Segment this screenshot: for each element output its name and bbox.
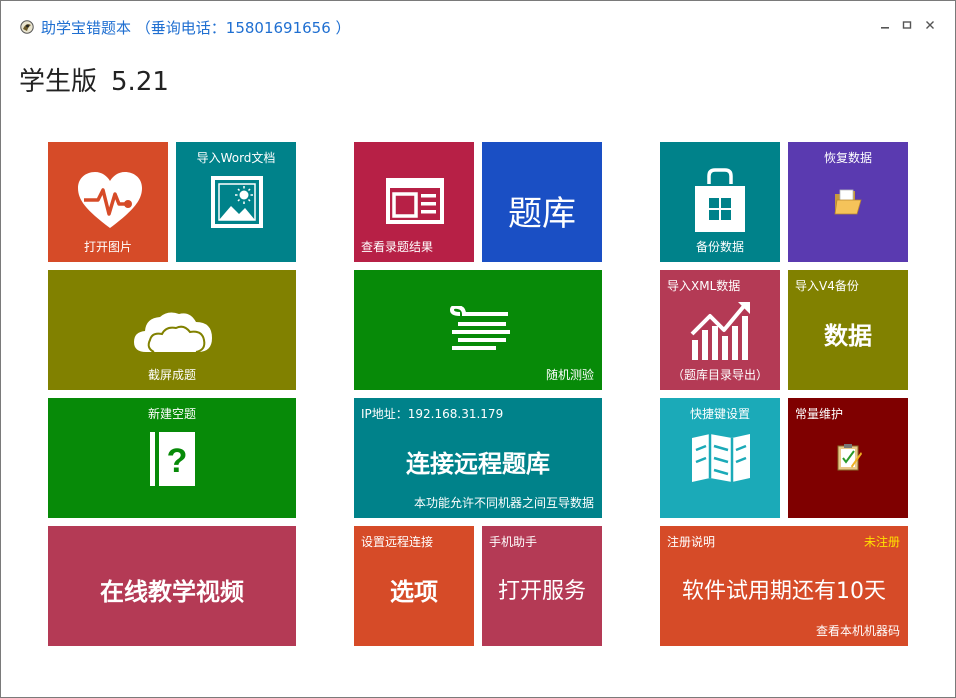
tile-remote-bank-ip: IP地址：192.168.31.179 bbox=[361, 407, 504, 421]
tile-import-xml-label: 导入XML数据 bbox=[667, 279, 741, 293]
title-bar: 助学宝错题本 （垂询电话：15801691656 ） bbox=[1, 1, 955, 51]
tile-phone-helper[interactable]: 手机助手 打开服务 bbox=[482, 526, 602, 646]
tile-import-v4-text: 数据 bbox=[824, 322, 872, 350]
tile-options-label: 设置远程连接 bbox=[361, 535, 434, 549]
edition-name: 学生版 bbox=[19, 67, 98, 97]
tile-restore[interactable]: 恢复数据 bbox=[788, 142, 908, 262]
tile-phone-helper-text: 打开服务 bbox=[497, 579, 586, 604]
tile-options-text: 选项 bbox=[390, 578, 438, 606]
maximize-button[interactable] bbox=[897, 15, 917, 35]
tile-import-v4[interactable]: 导入V4备份 数据 bbox=[788, 270, 908, 390]
tile-remote-bank-text: 连接远程题库 bbox=[406, 450, 550, 478]
picture-icon bbox=[211, 176, 263, 228]
tile-hotkeys[interactable]: 快捷键设置 bbox=[660, 398, 780, 518]
tile-hotkeys-label: 快捷键设置 bbox=[689, 407, 750, 421]
tile-view-results[interactable]: 查看录题结果 bbox=[354, 142, 474, 262]
app-logo-icon bbox=[20, 19, 34, 34]
tile-import-xml-sublabel: （题库目录导出） bbox=[671, 368, 768, 382]
chart-up-icon bbox=[690, 302, 750, 360]
tile-registration-label: 注册说明 bbox=[667, 535, 716, 549]
store-bag-icon bbox=[695, 168, 745, 232]
svg-text:?: ? bbox=[167, 442, 188, 480]
tile-maintenance-label: 常量维护 bbox=[795, 407, 844, 421]
tile-backup[interactable]: 备份数据 bbox=[660, 142, 780, 262]
tile-view-results-label: 查看录题结果 bbox=[361, 240, 434, 254]
tile-import-v4-label: 导入V4备份 bbox=[795, 279, 859, 293]
minimize-icon bbox=[881, 27, 889, 29]
tile-online-video[interactable]: 在线教学视频 bbox=[48, 526, 296, 646]
folder-icon bbox=[834, 189, 862, 215]
tile-phone-helper-label: 手机助手 bbox=[489, 535, 538, 549]
close-icon bbox=[926, 21, 934, 29]
news-icon bbox=[386, 178, 444, 224]
tile-new-blank[interactable]: 新建空题 ? bbox=[48, 398, 296, 518]
tile-options[interactable]: 设置远程连接 选项 bbox=[354, 526, 474, 646]
tile-open-image-label: 打开图片 bbox=[83, 240, 132, 254]
tile-registration-status: 未注册 bbox=[863, 535, 900, 549]
tile-remote-bank[interactable]: IP地址：192.168.31.179 连接远程题库 本功能允许不同机器之间互导… bbox=[354, 398, 602, 518]
tile-online-video-text: 在线教学视频 bbox=[100, 578, 244, 606]
tile-import-xml[interactable]: 导入XML数据 （题库目录导出） bbox=[660, 270, 780, 390]
map-icon bbox=[692, 434, 750, 482]
tile-screenshot[interactable]: 截屏成题 bbox=[48, 270, 296, 390]
heart-pulse-icon bbox=[78, 172, 142, 228]
tile-open-image[interactable]: 打开图片 bbox=[48, 142, 168, 262]
tile-registration-text: 软件试用期还有10天 bbox=[682, 579, 886, 604]
minimize-button[interactable] bbox=[875, 15, 895, 35]
clipboard-icon bbox=[837, 444, 862, 471]
view-machine-code-link[interactable]: 查看本机机器码 bbox=[816, 622, 900, 639]
tile-remote-bank-note: 本功能允许不同机器之间互导数据 bbox=[413, 496, 594, 510]
tile-registration[interactable]: 注册说明 未注册 软件试用期还有10天 查看本机机器码 bbox=[660, 526, 908, 646]
tile-import-word-label: 导入Word文档 bbox=[196, 151, 276, 165]
tile-random-test-label: 随机测验 bbox=[545, 368, 594, 382]
tile-random-test[interactable]: 随机测验 bbox=[354, 270, 602, 390]
close-button[interactable] bbox=[920, 15, 940, 35]
tile-screenshot-label: 截屏成题 bbox=[147, 368, 196, 382]
tile-new-blank-label: 新建空题 bbox=[147, 407, 196, 421]
tile-backup-label: 备份数据 bbox=[695, 240, 744, 254]
tile-restore-label: 恢复数据 bbox=[823, 151, 872, 165]
edition-version: 5.21 bbox=[111, 67, 169, 97]
window-title: 助学宝错题本 （垂询电话：15801691656 ） bbox=[41, 19, 351, 37]
tile-question-bank[interactable]: 题库 bbox=[482, 142, 602, 262]
cloud-icon bbox=[134, 312, 212, 353]
tile-maintenance[interactable]: 常量维护 bbox=[788, 398, 908, 518]
wind-lines-icon bbox=[449, 306, 510, 350]
app-window: 助学宝错题本 （垂询电话：15801691656 ） 学生版 5.21 打开图片 bbox=[0, 0, 956, 698]
question-book-icon: ? bbox=[150, 432, 195, 486]
tile-question-bank-text: 题库 bbox=[508, 194, 576, 234]
tile-import-word[interactable]: 导入Word文档 bbox=[176, 142, 296, 262]
edition-heading: 学生版 5.21 bbox=[19, 61, 169, 98]
maximize-icon bbox=[902, 21, 912, 29]
